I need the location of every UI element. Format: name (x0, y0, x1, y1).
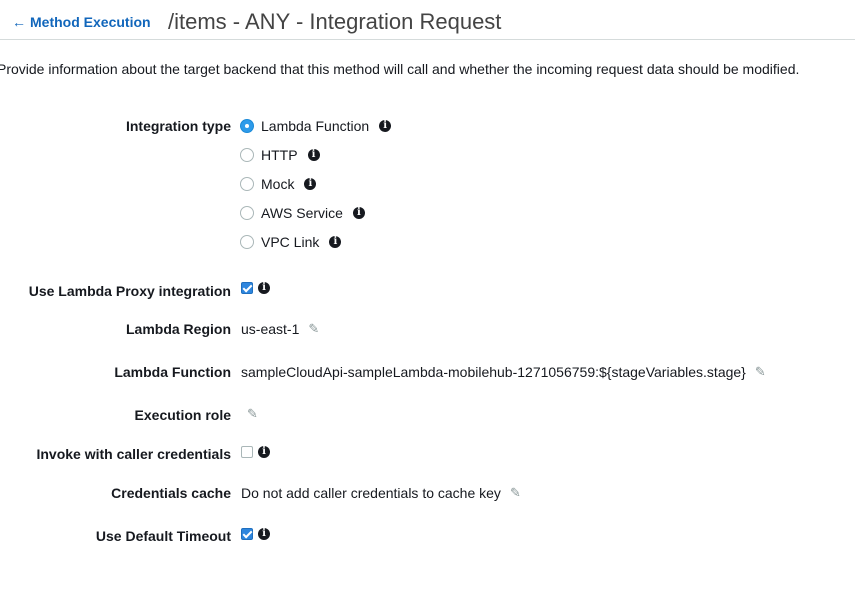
info-icon[interactable]: i (258, 528, 270, 540)
pencil-icon[interactable]: ✎ (308, 321, 319, 337)
page-header: ← Method Execution /items - ANY - Integr… (0, 0, 855, 40)
radio-label: Lambda Function (261, 118, 370, 134)
radio-button[interactable] (240, 235, 254, 249)
info-icon[interactable]: i (329, 236, 342, 248)
pencil-icon[interactable]: ✎ (755, 364, 766, 380)
default-timeout-label: Use Default Timeout (95, 528, 231, 544)
radio-button[interactable] (240, 206, 254, 220)
pencil-icon[interactable]: ✎ (247, 406, 258, 422)
radio-label: VPC Link (261, 234, 320, 250)
execution-role-label: Execution role (134, 407, 231, 423)
arrow-left-icon: ← (12, 14, 26, 30)
lambda-region-value-row: us-east-1 ✎ (241, 321, 319, 337)
radio-button[interactable] (240, 148, 254, 162)
lambda-region-value: us-east-1 (241, 321, 300, 337)
radio-option-aws-service[interactable]: AWS Service i (240, 204, 365, 222)
info-icon[interactable]: i (258, 446, 270, 458)
lambda-function-value: sampleCloudApi-sampleLambda-mobilehub-12… (241, 364, 746, 380)
integration-type-label: Integration type (125, 118, 231, 134)
radio-option-lambda-function[interactable]: Lambda Function i (240, 117, 392, 135)
caller-credentials-label: Invoke with caller credentials (36, 446, 231, 462)
info-icon[interactable]: i (304, 178, 317, 190)
radio-button[interactable] (240, 177, 254, 191)
caller-credentials-checkbox[interactable] (241, 446, 253, 458)
radio-button[interactable] (240, 119, 254, 133)
default-timeout-checkbox[interactable] (241, 528, 253, 540)
radio-label: AWS Service (261, 205, 343, 221)
proxy-integration-label: Use Lambda Proxy integration (28, 283, 231, 299)
radio-label: Mock (261, 176, 295, 192)
info-icon[interactable]: i (258, 282, 270, 294)
back-to-method-execution-link[interactable]: ← Method Execution (12, 14, 151, 30)
radio-option-mock[interactable]: Mock i (240, 175, 317, 193)
proxy-integration-control: i (241, 282, 270, 294)
credentials-cache-value-row: Do not add caller credentials to cache k… (241, 485, 521, 501)
lambda-function-label: Lambda Function (114, 364, 231, 380)
back-link-label: Method Execution (30, 14, 151, 30)
radio-option-http[interactable]: HTTP i (240, 146, 320, 164)
page-description: Provide information about the target bac… (0, 61, 800, 77)
credentials-cache-label: Credentials cache (111, 485, 231, 501)
page-title: /items - ANY - Integration Request (168, 9, 502, 34)
radio-option-vpc-link[interactable]: VPC Link i (240, 233, 342, 251)
caller-credentials-control: i (241, 446, 270, 458)
radio-label: HTTP (261, 147, 298, 163)
info-icon[interactable]: i (352, 207, 365, 219)
lambda-function-value-row: sampleCloudApi-sampleLambda-mobilehub-12… (241, 364, 766, 380)
credentials-cache-value: Do not add caller credentials to cache k… (241, 485, 501, 501)
info-icon[interactable]: i (379, 120, 392, 132)
lambda-region-label: Lambda Region (125, 321, 231, 337)
execution-role-value-row: ✎ (238, 406, 258, 422)
pencil-icon[interactable]: ✎ (510, 485, 521, 501)
default-timeout-control: i (241, 528, 270, 540)
info-icon[interactable]: i (307, 149, 320, 161)
proxy-integration-checkbox[interactable] (241, 282, 253, 294)
